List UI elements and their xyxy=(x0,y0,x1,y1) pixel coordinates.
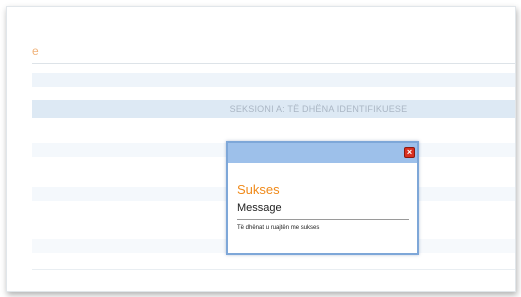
dialog-titlebar: × xyxy=(228,143,417,163)
dialog-heading: Sukses xyxy=(237,182,280,197)
header-divider xyxy=(32,63,515,64)
form-row-band xyxy=(32,73,515,87)
close-icon[interactable]: × xyxy=(404,147,415,158)
dialog-subheading: Message xyxy=(237,202,282,214)
section-title: SEKSIONI A: TË DHËNA IDENTIFIKUESE xyxy=(229,104,408,114)
page-frame: e SEKSIONI A: TË DHËNA IDENTIFIKUESE × S… xyxy=(6,6,516,292)
success-dialog: × Sukses Message Të dhënat u ruajtën me … xyxy=(226,141,419,255)
dialog-message: Të dhënat u ruajtën me sukses xyxy=(237,225,320,231)
dialog-divider xyxy=(237,219,409,220)
form-row-divider xyxy=(32,269,515,270)
brand-logo-fragment: e xyxy=(32,44,39,58)
